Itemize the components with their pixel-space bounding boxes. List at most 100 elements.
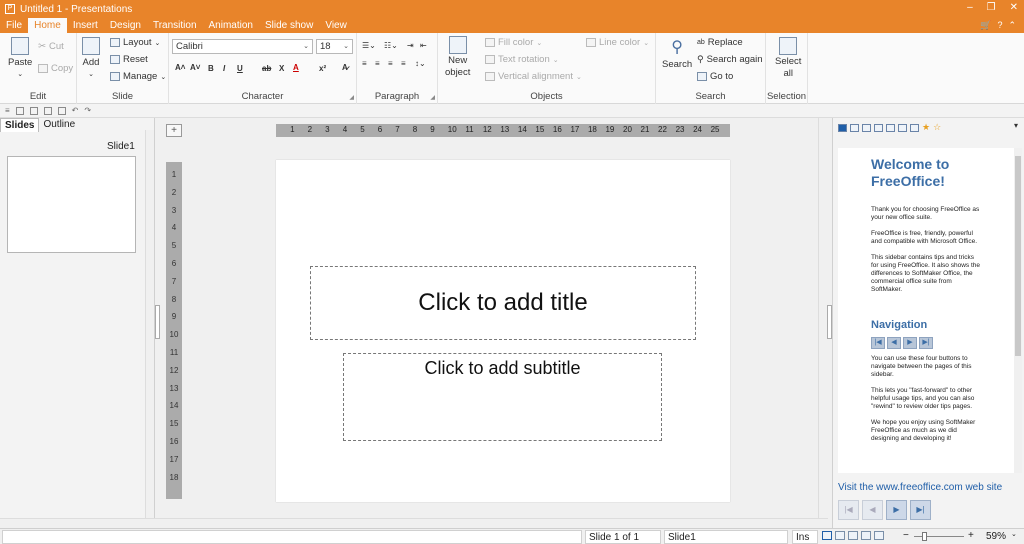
- sidebar-tool-3-icon[interactable]: [862, 123, 871, 132]
- text-rotation-button[interactable]: Text rotation ⌄: [485, 54, 559, 65]
- strikethrough-button[interactable]: ab: [262, 64, 271, 73]
- hamburger-icon[interactable]: ≡: [5, 106, 10, 115]
- sidebar-menu-icon[interactable]: ▾: [1014, 121, 1018, 130]
- next-page-button[interactable]: ▶: [886, 500, 907, 520]
- select-all-button[interactable]: Select all: [775, 37, 801, 79]
- bullets-button[interactable]: ☰⌄: [362, 41, 376, 50]
- notes-view-icon[interactable]: [848, 531, 858, 540]
- manage-button[interactable]: Manage ⌄: [110, 71, 166, 82]
- new-document-icon[interactable]: [29, 106, 38, 115]
- sidebar-tool-4-icon[interactable]: [874, 123, 883, 132]
- indent-button[interactable]: ⇥: [407, 41, 414, 50]
- sidebar-tool-7-icon[interactable]: [910, 123, 919, 132]
- search-button[interactable]: ⚲ Search: [662, 37, 692, 70]
- fill-color-button[interactable]: Fill color ⌄: [485, 37, 542, 48]
- dialog-launcher-icon[interactable]: ◢: [349, 94, 354, 101]
- minimize-icon[interactable]: –: [967, 2, 973, 13]
- highlight-button[interactable]: X: [279, 64, 284, 73]
- zoom-slider-handle[interactable]: [922, 532, 927, 541]
- select-all-icon: [779, 37, 798, 55]
- menu-slide-show[interactable]: Slide show: [259, 18, 319, 33]
- slide-thumbnail[interactable]: [7, 156, 136, 253]
- sidebar-scroll-thumb[interactable]: [1015, 156, 1021, 356]
- line-spacing-button[interactable]: ↕⌄: [415, 59, 426, 68]
- last-page-button[interactable]: ▶|: [910, 500, 931, 520]
- status-insert-mode[interactable]: Ins: [792, 530, 818, 544]
- restore-icon[interactable]: ❐: [987, 2, 996, 13]
- ruler-corner-icon[interactable]: +: [166, 124, 182, 137]
- paste-button[interactable]: Paste ⌄: [8, 37, 32, 78]
- ribbon-collapse-icon[interactable]: ⌃: [1008, 20, 1016, 31]
- tab-slides[interactable]: Slides: [0, 118, 40, 132]
- replace-button[interactable]: ab Replace: [697, 37, 743, 48]
- editor-horizontal-scrollbar[interactable]: [0, 518, 828, 528]
- sidebar-tool-2-icon[interactable]: [850, 123, 859, 132]
- subtitle-placeholder[interactable]: Click to add subtitle: [343, 353, 662, 441]
- zoom-level[interactable]: 59%: [986, 531, 1006, 542]
- menu-file[interactable]: File: [0, 18, 28, 33]
- help-icon[interactable]: ?: [997, 20, 1002, 31]
- font-color-button[interactable]: A: [293, 63, 299, 72]
- menu-design[interactable]: Design: [104, 18, 147, 33]
- slide-canvas[interactable]: Click to add title Click to add subtitle: [276, 160, 730, 502]
- zoom-in-icon[interactable]: +: [968, 530, 974, 541]
- add-slide-button[interactable]: Add ⌄: [82, 37, 100, 78]
- shrink-font-button[interactable]: A˅: [190, 63, 200, 72]
- align-center-button[interactable]: ≡: [375, 59, 380, 68]
- align-left-button[interactable]: ≡: [362, 59, 367, 68]
- slide-sorter-view-icon[interactable]: [835, 531, 845, 540]
- sidebar-tool-6-icon[interactable]: [898, 123, 907, 132]
- vertical-alignment-button[interactable]: Vertical alignment ⌄: [485, 71, 582, 82]
- sidebar-tool-5-icon[interactable]: [886, 123, 895, 132]
- favorite-icon[interactable]: ★: [922, 122, 930, 133]
- grow-font-button[interactable]: A˄: [175, 63, 185, 72]
- clear-format-button[interactable]: A̷: [342, 63, 348, 72]
- underline-button[interactable]: U: [237, 64, 243, 73]
- menu-transition[interactable]: Transition: [147, 18, 203, 33]
- search-again-button[interactable]: ⚲ Search again: [697, 54, 763, 65]
- save-icon[interactable]: [57, 106, 66, 115]
- slideshow-view-icon[interactable]: [874, 531, 884, 540]
- status-bar: Slide 1 of 1 Slide1 Ins − + 59% ⌄: [0, 528, 1024, 544]
- numbering-button[interactable]: ☷⌄: [384, 41, 398, 50]
- italic-button[interactable]: I: [223, 64, 225, 73]
- go-to-button[interactable]: Go to: [697, 71, 733, 82]
- outdent-button[interactable]: ⇤: [420, 41, 427, 50]
- panel-scrollbar[interactable]: [145, 130, 154, 524]
- line-color-button[interactable]: Line color ⌄: [586, 37, 649, 48]
- close-icon[interactable]: ✕: [1010, 2, 1018, 13]
- zoom-menu-icon[interactable]: ⌄: [1011, 530, 1017, 538]
- previous-page-button[interactable]: ◀: [862, 500, 883, 520]
- handout-view-icon[interactable]: [861, 531, 871, 540]
- title-placeholder[interactable]: Click to add title: [310, 266, 696, 340]
- freeoffice-website-link[interactable]: Visit the www.freeoffice.com web site: [838, 482, 1002, 493]
- bold-button[interactable]: B: [208, 64, 214, 73]
- redo-icon[interactable]: ↷: [84, 106, 91, 115]
- menu-view[interactable]: View: [319, 18, 353, 33]
- align-right-button[interactable]: ≡: [388, 59, 393, 68]
- dialog-launcher-icon[interactable]: ◢: [430, 94, 435, 101]
- favorite-outline-icon[interactable]: ☆: [933, 122, 941, 133]
- open-folder-icon[interactable]: [43, 106, 52, 115]
- tab-outline[interactable]: Outline: [39, 118, 79, 132]
- menu-insert[interactable]: Insert: [67, 18, 104, 33]
- zoom-out-icon[interactable]: −: [903, 530, 909, 541]
- font-size-select[interactable]: 18 ⌄: [316, 39, 353, 54]
- cut-button[interactable]: ✂ Cut: [38, 41, 64, 52]
- normal-view-icon[interactable]: [822, 531, 832, 540]
- cart-icon[interactable]: 🛒: [980, 20, 991, 31]
- reset-button[interactable]: Reset: [110, 54, 148, 65]
- case-button[interactable]: x²: [319, 64, 326, 73]
- first-page-button[interactable]: |◀: [838, 500, 859, 520]
- sidebar-toggle-icon[interactable]: [15, 106, 24, 115]
- menu-home[interactable]: Home: [28, 18, 67, 33]
- layout-button[interactable]: Layout ⌄: [110, 37, 160, 48]
- sidebar-scrollbar[interactable]: [1014, 148, 1022, 473]
- menu-animation[interactable]: Animation: [203, 18, 259, 33]
- copy-button[interactable]: Copy: [38, 63, 73, 74]
- justify-button[interactable]: ≡: [401, 59, 406, 68]
- font-name-select[interactable]: Calibri ⌄: [172, 39, 313, 54]
- undo-icon[interactable]: ↶: [72, 106, 79, 115]
- new-object-button[interactable]: New object: [445, 36, 470, 78]
- info-icon[interactable]: [838, 123, 847, 132]
